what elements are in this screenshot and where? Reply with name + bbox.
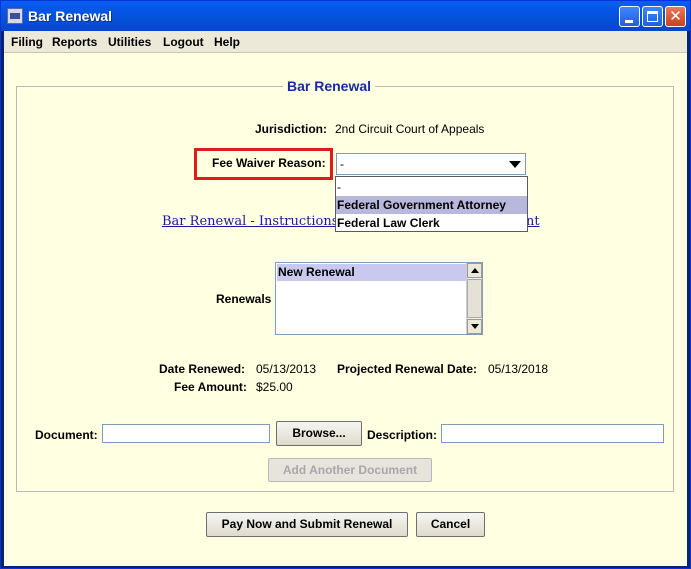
jurisdiction-label: Jurisdiction: (255, 122, 328, 136)
scroll-thumb[interactable] (467, 279, 482, 318)
minimize-icon (625, 20, 633, 23)
instructions-link-end[interactable]: nt (526, 214, 540, 229)
fee-waiver-selected-value: - (340, 157, 344, 171)
scroll-down-icon[interactable] (467, 319, 482, 334)
minimize-button[interactable] (619, 6, 640, 27)
menu-logout[interactable]: Logout (163, 35, 204, 49)
date-renewed-value: 05/13/2013 (256, 362, 317, 376)
fee-waiver-select[interactable]: - (336, 153, 526, 175)
browse-button[interactable]: Browse... (276, 421, 362, 446)
document-field[interactable] (102, 424, 270, 443)
pay-now-submit-button[interactable]: Pay Now and Submit Renewal (206, 512, 408, 537)
title-bar[interactable]: Bar Renewal ✕ (1, 1, 690, 31)
projected-renewal-date-label: Projected Renewal Date: (337, 362, 478, 376)
menu-help[interactable]: Help (214, 35, 240, 49)
menu-reports[interactable]: Reports (52, 35, 97, 49)
cancel-button[interactable]: Cancel (416, 512, 485, 537)
fee-waiver-dropdown-list: - Federal Government Attorney Federal La… (335, 176, 528, 232)
renewals-list-item-new-renewal[interactable]: New Renewal (277, 264, 466, 281)
document-label: Document: (35, 428, 98, 442)
maximize-button[interactable] (642, 6, 663, 27)
menu-utilities[interactable]: Utilities (108, 35, 151, 49)
projected-renewal-date-value: 05/13/2018 (488, 362, 549, 376)
application-window: Bar Renewal ✕ Filing Reports Utilities L… (0, 0, 691, 569)
maximize-icon (647, 11, 658, 22)
description-field[interactable] (441, 424, 664, 443)
renewals-label: Renewals (216, 292, 272, 306)
jurisdiction-value: 2nd Circuit Court of Appeals (335, 122, 485, 136)
panel-title: Bar Renewal (283, 78, 376, 94)
instructions-link[interactable]: Bar Renewal - Instructions for (162, 214, 361, 229)
menu-bar: Filing Reports Utilities Logout Help (4, 31, 687, 53)
description-label: Description: (367, 428, 438, 442)
fee-amount-label: Fee Amount: (174, 380, 247, 394)
fee-amount-value: $25.00 (256, 380, 293, 394)
window-title: Bar Renewal (28, 8, 113, 24)
chevron-down-icon[interactable] (506, 156, 523, 172)
scroll-up-icon[interactable] (467, 263, 482, 278)
renewals-scrollbar[interactable] (466, 263, 482, 334)
menu-filing[interactable]: Filing (11, 35, 43, 49)
fee-waiver-option-federal-government-attorney[interactable]: Federal Government Attorney (336, 196, 527, 214)
app-icon (7, 8, 23, 24)
date-renewed-label: Date Renewed: (159, 362, 246, 376)
renewals-list[interactable]: New Renewal (275, 262, 483, 335)
fee-waiver-label: Fee Waiver Reason: (212, 156, 326, 170)
window-content: Filing Reports Utilities Logout Help Bar… (4, 31, 687, 566)
close-button[interactable]: ✕ (665, 6, 686, 27)
close-icon: ✕ (669, 7, 682, 25)
add-another-document-button[interactable]: Add Another Document (268, 458, 432, 482)
fee-waiver-option-federal-law-clerk[interactable]: Federal Law Clerk (336, 214, 527, 232)
fee-waiver-option-none[interactable]: - (336, 178, 527, 196)
